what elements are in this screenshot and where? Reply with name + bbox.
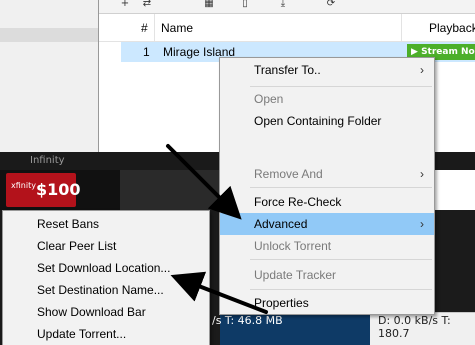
row-number: 1: [143, 45, 150, 59]
ad-brand: xfinity: [11, 181, 36, 190]
toolbar: + ⇄ ▦ ▯ ⤓ ⟳: [99, 0, 475, 14]
ad-banner[interactable]: xfinity $100: [0, 170, 120, 210]
menu-item-unlock-torrent[interactable]: Unlock Torrent: [220, 235, 434, 257]
menu-item-set-download-location[interactable]: Set Download Location...: [3, 257, 209, 279]
menu-item-label: Open Containing Folder: [254, 114, 382, 128]
column-name-header[interactable]: Name: [161, 21, 193, 35]
ad-card[interactable]: xfinity $100: [6, 173, 81, 207]
menu-item-label: Properties: [254, 296, 309, 310]
ad-banner-secondary[interactable]: [120, 170, 220, 210]
create-torrent-icon[interactable]: ▦: [203, 0, 215, 9]
menu-item-advanced[interactable]: Advanced ›: [220, 213, 434, 235]
sidebar-panel: [0, 0, 98, 152]
menu-item-label: Clear Peer List: [37, 239, 117, 253]
sidebar-selected-row[interactable]: [0, 28, 98, 42]
stream-button-label: Stream No: [421, 47, 475, 57]
menu-item-label: Advanced: [254, 217, 308, 231]
menu-item-clear-peer-list[interactable]: Clear Peer List: [3, 235, 209, 257]
menu-item-update-tracker[interactable]: Update Tracker: [220, 264, 434, 286]
menu-divider: [250, 259, 432, 260]
menu-item-label: Unlock Torrent: [254, 239, 332, 253]
remove-icon[interactable]: ▯: [239, 0, 251, 9]
menu-item-label: Update Tracker: [254, 268, 337, 282]
menu-item-update-torrent[interactable]: Update Torrent...: [3, 323, 209, 345]
add-link-icon[interactable]: ⇄: [141, 0, 153, 9]
menu-divider: [250, 289, 432, 290]
menu-item-transfer-to[interactable]: Transfer To.. ›: [220, 59, 434, 81]
menu-item-label: Set Destination Name...: [37, 283, 164, 297]
download-icon[interactable]: ⤓: [277, 0, 289, 9]
menu-item-reset-bans[interactable]: Reset Bans: [3, 213, 209, 235]
submenu-arrow-icon: ›: [420, 167, 424, 181]
column-separator: [401, 14, 402, 42]
menu-item-label: Transfer To..: [254, 63, 321, 77]
menu-item-label: Update Torrent...: [37, 327, 127, 341]
menu-item-label: Show Download Bar: [37, 305, 146, 319]
menu-item-label: Force Re-Check: [254, 195, 342, 209]
menu-item-set-destination-name[interactable]: Set Destination Name...: [3, 279, 209, 301]
menu-item-properties[interactable]: Properties: [220, 292, 434, 314]
column-header: # Name Playback: [99, 14, 475, 42]
advanced-submenu: Reset Bans Clear Peer List Set Download …: [2, 210, 210, 345]
menu-item-label: Reset Bans: [37, 217, 100, 231]
submenu-arrow-icon: ›: [420, 217, 424, 231]
menu-item-show-download-bar[interactable]: Show Download Bar: [3, 301, 209, 323]
menu-item-remove-and[interactable]: Remove And ›: [220, 163, 434, 185]
submenu-arrow-icon: ›: [420, 63, 424, 77]
column-separator: [154, 14, 155, 42]
menu-item-label: Open: [254, 92, 284, 106]
context-menu: Transfer To.. › Open Open Containing Fol…: [219, 57, 435, 315]
refresh-icon[interactable]: ⟳: [325, 0, 337, 9]
menu-item-open[interactable]: Open: [220, 88, 434, 110]
ad-header-text: Infinity: [30, 155, 65, 166]
status-download-text: D: 0.0 kB/s T: 180.7: [378, 314, 451, 340]
menu-item-label: Remove And: [254, 167, 323, 181]
menu-item-open-containing-folder[interactable]: Open Containing Folder: [220, 110, 434, 132]
column-num-header[interactable]: #: [141, 21, 148, 35]
status-upload-text: /s T: 46.8 MB: [212, 314, 283, 327]
menu-divider: [250, 86, 432, 87]
column-playback-header[interactable]: Playback: [429, 21, 475, 35]
menu-item-force-recheck[interactable]: Force Re-Check: [220, 191, 434, 213]
ad-price: $100: [36, 180, 81, 199]
menu-divider: [250, 187, 432, 188]
add-icon[interactable]: +: [119, 0, 131, 9]
menu-item-label: Set Download Location...: [37, 261, 171, 275]
